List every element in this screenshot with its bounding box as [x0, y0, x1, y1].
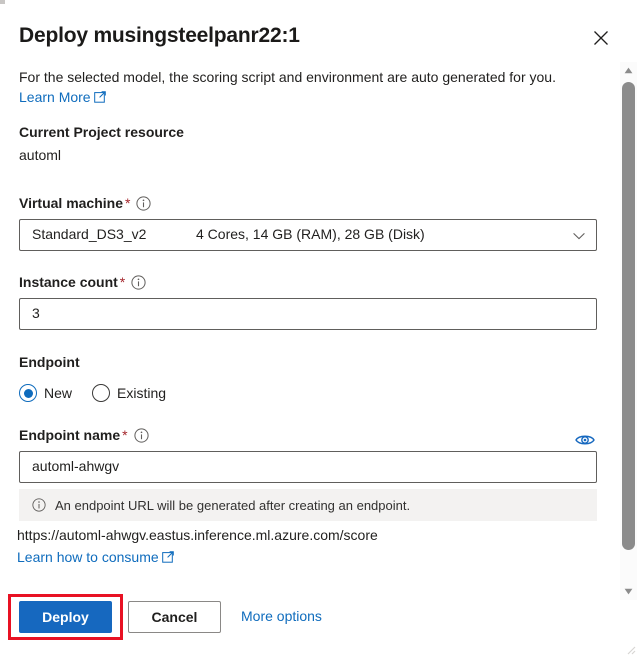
endpoint-radio-existing-label: Existing	[117, 385, 167, 401]
close-icon[interactable]	[589, 26, 613, 50]
required-marker: *	[125, 195, 131, 211]
current-project-label: Current Project resource	[19, 124, 184, 140]
learn-how-to-consume-label[interactable]: Learn how to consume	[17, 549, 159, 565]
eye-visibility-icon[interactable]	[575, 432, 595, 450]
current-project-value: automl	[19, 147, 62, 163]
endpoint-url-message-bar: An endpoint URL will be generated after …	[19, 489, 597, 521]
resize-grip-icon	[622, 641, 636, 655]
instance-count-value: 3	[32, 305, 40, 321]
panel-header: Deploy musingsteelpanr22:1	[0, 0, 637, 62]
info-icon	[32, 498, 46, 512]
instance-count-label-text: Instance count	[19, 274, 118, 290]
learn-more-label[interactable]: Learn More	[19, 89, 91, 105]
endpoint-radio-new-label: New	[44, 385, 73, 401]
external-link-icon	[161, 550, 174, 568]
learn-more-link[interactable]: Learn More	[19, 89, 106, 108]
cancel-button[interactable]: Cancel	[128, 601, 221, 633]
info-icon[interactable]	[131, 275, 146, 293]
radio-unselected-icon	[92, 384, 111, 402]
deploy-model-panel: Deploy musingsteelpanr22:1 For the selec…	[0, 0, 637, 656]
required-marker: *	[122, 427, 128, 443]
virtual-machine-label: Virtual machine *	[19, 195, 152, 214]
panel-description: For the selected model, the scoring scri…	[19, 69, 556, 85]
panel-scrollbar[interactable]	[620, 62, 637, 600]
learn-how-to-consume-link[interactable]: Learn how to consume	[17, 549, 174, 568]
deploy-button[interactable]: Deploy	[19, 601, 112, 633]
endpoint-name-input[interactable]: automl-ahwgv	[19, 451, 597, 483]
page-title: Deploy musingsteelpanr22:1	[19, 24, 300, 47]
more-options-link[interactable]: More options	[241, 608, 322, 624]
info-icon[interactable]	[133, 428, 149, 446]
endpoint-radio-existing[interactable]: Existing	[92, 384, 166, 402]
instance-count-input[interactable]: 3	[19, 298, 597, 330]
endpoint-name-value: automl-ahwgv	[32, 458, 120, 474]
endpoint-label: Endpoint	[19, 354, 80, 370]
chevron-down-icon	[572, 229, 586, 248]
endpoint-radio-group: New Existing	[19, 384, 166, 402]
endpoint-name-label-text: Endpoint name	[19, 427, 121, 443]
caret-up-icon[interactable]	[620, 62, 637, 79]
endpoint-url-value: https://automl-ahwgv.eastus.inference.ml…	[17, 527, 378, 543]
virtual-machine-selected-name: Standard_DS3_v2	[32, 226, 147, 242]
radio-selected-icon	[19, 384, 37, 402]
message-bar-text: An endpoint URL will be generated after …	[55, 497, 411, 513]
endpoint-radio-new[interactable]: New	[19, 384, 72, 402]
external-link-icon	[93, 90, 106, 108]
endpoint-name-label: Endpoint name *	[19, 427, 149, 446]
virtual-machine-dropdown[interactable]: Standard_DS3_v2 4 Cores, 14 GB (RAM), 28…	[19, 219, 597, 251]
info-icon[interactable]	[136, 196, 152, 214]
required-marker: *	[119, 274, 126, 290]
panel-content: For the selected model, the scoring scri…	[0, 62, 606, 582]
instance-count-label: Instance count *	[19, 274, 146, 293]
virtual-machine-label-text: Virtual machine	[19, 195, 124, 211]
scrollbar-thumb[interactable]	[622, 82, 635, 550]
virtual-machine-selected-specs: 4 Cores, 14 GB (RAM), 28 GB (Disk)	[196, 226, 425, 242]
panel-footer: Deploy Cancel More options	[0, 582, 637, 656]
